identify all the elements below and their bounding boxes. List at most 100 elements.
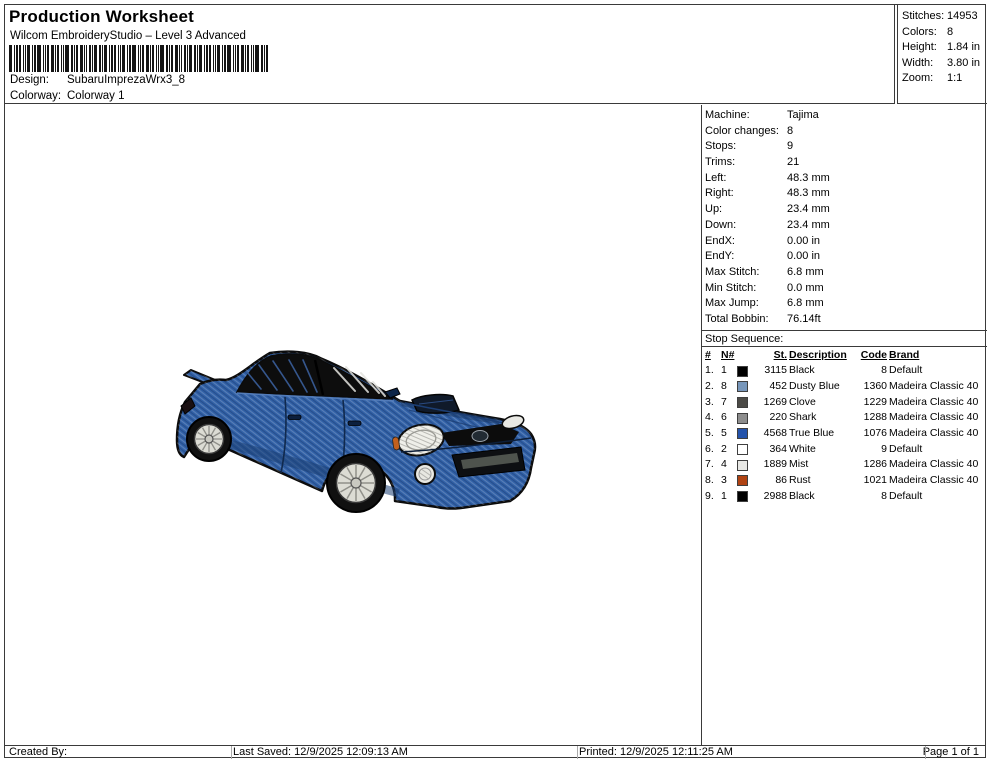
summary-row: Height: 1.84 in (902, 40, 987, 56)
header-field: Design: SubaruImprezaWrx3_8 (10, 72, 185, 88)
info-value: Tajima (787, 108, 987, 124)
footer-divider (231, 746, 232, 759)
barcode-icon (9, 45, 271, 72)
rear-wheel (187, 417, 231, 461)
thread-description: True Blue (789, 426, 856, 442)
thread-color-swatch (737, 460, 748, 471)
thread-needle: 3 (721, 473, 735, 489)
machine-info-panel: Machine: Tajima Color changes: 8 Stops: … (701, 105, 987, 745)
thread-color-swatch (737, 428, 748, 439)
production-worksheet-sheet: Production Worksheet Wilcom EmbroiderySt… (4, 4, 986, 758)
stop-sequence-table: # N# St. Description Code Brand 1. 1 311… (702, 347, 987, 505)
thread-needle: 7 (721, 395, 735, 411)
summary-value: 14953 (947, 9, 987, 25)
machine-info-row: Max Jump: 6.8 mm (705, 296, 987, 312)
col-stitches: St. (754, 348, 787, 364)
col-num: # (705, 348, 719, 364)
machine-info-row: Right: 48.3 mm (705, 186, 987, 202)
front-wheel (327, 454, 385, 512)
thread-row: 5. 5 4568 True Blue 1076 Madeira Classic… (705, 426, 987, 442)
thread-code: 8 (858, 489, 887, 505)
info-value: 0.0 mm (787, 281, 987, 297)
thread-description: White (789, 442, 856, 458)
info-label: Down: (705, 218, 787, 234)
info-value: 48.3 mm (787, 171, 987, 187)
machine-info-row: Left: 48.3 mm (705, 171, 987, 187)
machine-info-row: Down: 23.4 mm (705, 218, 987, 234)
thread-brand: Madeira Classic 40 (889, 410, 987, 426)
thread-stitches: 3115 (754, 363, 787, 379)
thread-brand: Madeira Classic 40 (889, 426, 987, 442)
info-label: Max Jump: (705, 296, 787, 312)
summary-value: 1:1 (947, 71, 987, 87)
thread-code: 9 (858, 442, 887, 458)
info-label: Up: (705, 202, 787, 218)
brand-emblem (472, 431, 488, 442)
thread-needle: 5 (721, 426, 735, 442)
thread-color-swatch (737, 381, 748, 392)
summary-label: Height: (902, 40, 947, 56)
header-field: Colorway: Colorway 1 (10, 88, 185, 104)
thread-stitches: 220 (754, 410, 787, 426)
page-indicator: Page 1 of 1 (923, 746, 979, 759)
design-fields: Design: SubaruImprezaWrx3_8 Colorway: Co… (10, 72, 185, 104)
info-label: EndY: (705, 249, 787, 265)
machine-info-row: Up: 23.4 mm (705, 202, 987, 218)
stop-sequence-header: # N# St. Description Code Brand (705, 348, 987, 364)
field-value: Colorway 1 (67, 88, 185, 104)
thread-num: 8. (705, 473, 719, 489)
thread-code: 8 (858, 363, 887, 379)
info-label: Min Stitch: (705, 281, 787, 297)
thread-stitches: 1269 (754, 395, 787, 411)
thread-color-swatch (737, 444, 748, 455)
thread-stitches: 2988 (754, 489, 787, 505)
col-brand: Brand (889, 348, 987, 364)
summary-value: 3.80 in (947, 56, 987, 72)
design-preview-area (5, 105, 701, 745)
info-label: Machine: (705, 108, 787, 124)
thread-code: 1360 (858, 379, 887, 395)
thread-needle: 4 (721, 457, 735, 473)
thread-row: 6. 2 364 White 9 Default (705, 442, 987, 458)
info-label: Left: (705, 171, 787, 187)
thread-color-swatch (737, 475, 748, 486)
thread-num: 4. (705, 410, 719, 426)
stop-sequence-title: Stop Sequence: (702, 330, 987, 347)
summary-row: Stitches: 14953 (902, 9, 987, 25)
door-handle (288, 415, 301, 420)
header: Production Worksheet Wilcom EmbroiderySt… (5, 5, 895, 104)
last-saved-text: Last Saved: 12/9/2025 12:09:13 AM (233, 746, 408, 759)
thread-brand: Madeira Classic 40 (889, 379, 987, 395)
machine-info-row: Total Bobbin: 76.14ft (705, 312, 987, 328)
info-value: 48.3 mm (787, 186, 987, 202)
thread-needle: 6 (721, 410, 735, 426)
machine-info-row: Machine: Tajima (705, 108, 987, 124)
thread-stitches: 452 (754, 379, 787, 395)
info-label: Max Stitch: (705, 265, 787, 281)
info-label: Trims: (705, 155, 787, 171)
thread-num: 2. (705, 379, 719, 395)
thread-row: 8. 3 86 Rust 1021 Madeira Classic 40 (705, 473, 987, 489)
field-label: Colorway: (10, 88, 67, 104)
summary-label: Zoom: (902, 71, 947, 87)
summary-label: Stitches: (902, 9, 947, 25)
thread-description: Clove (789, 395, 856, 411)
machine-info-row: Trims: 21 (705, 155, 987, 171)
info-label: Total Bobbin: (705, 312, 787, 328)
info-label: Stops: (705, 139, 787, 155)
thread-brand: Default (889, 489, 987, 505)
info-value: 6.8 mm (787, 265, 987, 281)
machine-info-row: Stops: 9 (705, 139, 987, 155)
summary-value: 1.84 in (947, 40, 987, 56)
col-code: Code (858, 348, 887, 364)
thread-brand: Madeira Classic 40 (889, 457, 987, 473)
summary-row: Colors: 8 (902, 25, 987, 41)
thread-stitches: 364 (754, 442, 787, 458)
door-handle (348, 421, 361, 426)
design-summary-box: Stitches: 14953 Colors: 8 Height: 1.84 i… (897, 5, 987, 104)
thread-stitches: 1889 (754, 457, 787, 473)
info-value: 0.00 in (787, 234, 987, 250)
thread-brand: Default (889, 363, 987, 379)
machine-info-row: Max Stitch: 6.8 mm (705, 265, 987, 281)
info-label: Right: (705, 186, 787, 202)
